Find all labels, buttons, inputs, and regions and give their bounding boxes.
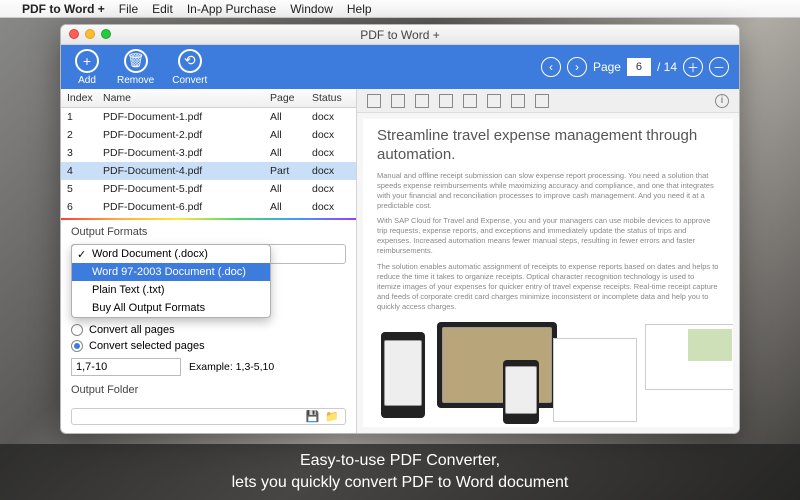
radio-icon [71, 340, 83, 352]
table-row[interactable]: 2PDF-Document-2.pdfAlldocx [61, 126, 356, 144]
crop-icon[interactable] [487, 94, 501, 108]
table-header: Index Name Page Status [61, 89, 356, 108]
crop-toolbar: i [357, 89, 739, 113]
output-format-select[interactable]: Word Document (.docx) Word Document (.do… [71, 244, 346, 264]
page-input[interactable] [627, 58, 651, 76]
col-status[interactable]: Status [306, 89, 356, 107]
table-row[interactable]: 3PDF-Document-3.pdfAlldocx [61, 144, 356, 162]
radio-icon [71, 324, 83, 336]
marketing-caption: Easy-to-use PDF Converter, lets you quic… [0, 444, 800, 500]
menu-app[interactable]: PDF to Word + [22, 2, 105, 16]
menu-help[interactable]: Help [347, 2, 372, 16]
table-row[interactable]: 1PDF-Document-1.pdfAlldocx [61, 108, 356, 126]
col-index[interactable]: Index [61, 89, 97, 107]
folder-icon[interactable]: 📁 [325, 410, 339, 423]
preview-panel: i Streamline travel expense management t… [357, 89, 739, 433]
format-option[interactable]: Word 97-2003 Document (.doc) [72, 263, 270, 281]
toolbar: + Add 🗑 Remove ⟲ Convert ‹ › Page / 14 ＋… [61, 45, 739, 89]
crop-icon[interactable] [535, 94, 549, 108]
doc-paragraph: Manual and offline receipt submission ca… [377, 171, 719, 212]
app-window: PDF to Word + + Add 🗑 Remove ⟲ Convert ‹… [60, 24, 740, 434]
trash-icon: 🗑 [124, 49, 148, 73]
table-row[interactable]: 5PDF-Document-5.pdfAlldocx [61, 180, 356, 198]
info-icon[interactable]: i [715, 94, 729, 108]
document-preview[interactable]: Streamline travel expense management thr… [363, 119, 733, 427]
menu-edit[interactable]: Edit [152, 2, 173, 16]
convert-button[interactable]: ⟲ Convert [172, 49, 207, 86]
doc-heading: Streamline travel expense management thr… [377, 127, 719, 165]
page-range-input[interactable] [71, 358, 181, 376]
caption-line: lets you quickly convert PDF to Word doc… [232, 472, 569, 494]
col-page[interactable]: Page [264, 89, 306, 107]
next-page-button[interactable]: › [567, 57, 587, 77]
refresh-icon: ⟲ [178, 49, 202, 73]
device-mockups [377, 318, 719, 427]
radio-all-pages[interactable]: Convert all pages [61, 322, 356, 338]
left-panel: Index Name Page Status 1PDF-Document-1.p… [61, 89, 357, 433]
format-option[interactable]: Word Document (.docx) [72, 245, 270, 263]
doc-paragraph: With SAP Cloud for Travel and Expense, y… [377, 216, 719, 257]
output-folder-label: Output Folder [61, 378, 356, 400]
format-option[interactable]: Plain Text (.txt) [72, 281, 270, 299]
crop-icon[interactable] [511, 94, 525, 108]
caption-line: Easy-to-use PDF Converter, [300, 450, 500, 472]
radio-selected-pages[interactable]: Convert selected pages [61, 338, 356, 354]
save-icon[interactable]: 💾 [306, 410, 320, 423]
format-option[interactable]: Buy All Output Formats [72, 299, 270, 317]
prev-page-button[interactable]: ‹ [541, 57, 561, 77]
minimize-icon[interactable] [85, 29, 95, 39]
add-button[interactable]: + Add [75, 49, 99, 86]
menubar: PDF to Word + File Edit In-App Purchase … [0, 0, 800, 18]
crop-icon[interactable] [439, 94, 453, 108]
plus-icon: + [75, 49, 99, 73]
zoom-icon[interactable] [101, 29, 111, 39]
window-title: PDF to Word + [360, 28, 439, 42]
output-formats-label: Output Formats [61, 220, 356, 242]
table-row[interactable]: 4PDF-Document-4.pdfPartdocx [61, 162, 356, 180]
crop-icon[interactable] [367, 94, 381, 108]
file-table[interactable]: 1PDF-Document-1.pdfAlldocx2PDF-Document-… [61, 108, 356, 214]
crop-icon[interactable] [463, 94, 477, 108]
menu-file[interactable]: File [119, 2, 138, 16]
crop-icon[interactable] [415, 94, 429, 108]
menu-window[interactable]: Window [290, 2, 333, 16]
col-name[interactable]: Name [97, 89, 264, 107]
menu-iap[interactable]: In-App Purchase [187, 2, 276, 16]
doc-paragraph: The solution enables automatic assignmen… [377, 262, 719, 313]
zoom-out-button[interactable]: － [709, 57, 729, 77]
page-range-example: Example: 1,3-5,10 [189, 361, 274, 373]
page-label: Page [593, 60, 621, 74]
zoom-in-button[interactable]: ＋ [683, 57, 703, 77]
table-row[interactable]: 6PDF-Document-6.pdfAlldocx [61, 198, 356, 214]
output-folder-field[interactable]: 💾 📁 [71, 408, 346, 425]
close-icon[interactable] [69, 29, 79, 39]
titlebar: PDF to Word + [61, 25, 739, 45]
remove-button[interactable]: 🗑 Remove [117, 49, 154, 86]
crop-icon[interactable] [391, 94, 405, 108]
output-format-popup[interactable]: Word Document (.docx)Word 97-2003 Docume… [71, 244, 271, 318]
page-total: / 14 [657, 60, 677, 74]
